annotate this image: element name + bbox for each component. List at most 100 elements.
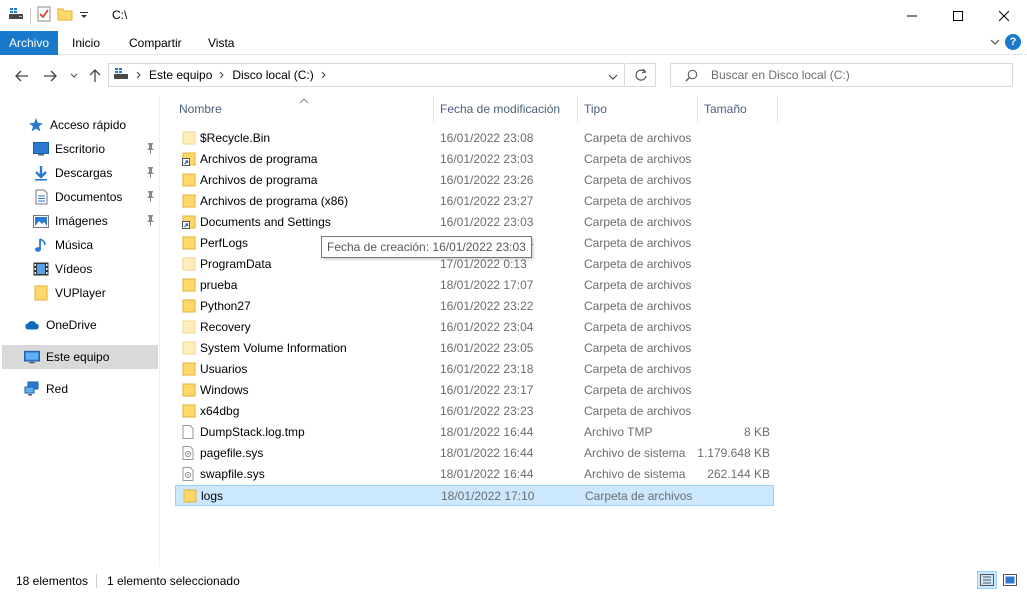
column-header-tipo[interactable]: Tipo — [578, 96, 697, 122]
sidebar-item-acceso-rapido[interactable]: Acceso rápido — [0, 114, 158, 136]
video-icon — [33, 261, 49, 277]
file-type: Carpeta de archivos — [584, 320, 692, 334]
breadcrumb-este-equipo[interactable]: Este equipo — [149, 68, 212, 82]
star-icon — [28, 117, 44, 133]
sidebar-item-label: Escritorio — [55, 142, 106, 156]
file-row[interactable]: Usuarios 16/01/2022 23:18 Carpeta de archi… — [175, 359, 774, 380]
file-date: 18/01/2022 16:44 — [440, 446, 534, 460]
file-name: prueba — [200, 278, 238, 292]
folder-icon — [182, 404, 196, 418]
arrow-left-icon — [15, 70, 28, 82]
expand-ribbon-icon[interactable] — [989, 36, 1001, 51]
file-name: Usuarios — [200, 362, 248, 376]
maximize-button[interactable] — [935, 0, 981, 31]
sidebar-item-musica[interactable]: Música — [0, 234, 158, 256]
new-folder-icon[interactable] — [57, 6, 73, 25]
ribbon: Archivo Inicio Compartir Vista ? — [0, 31, 1027, 55]
file-name: Python27 — [200, 299, 251, 313]
status-bar: 18 elementos 1 elemento seleccionado — [0, 566, 1027, 594]
file-date: 18/01/2022 17:10 — [441, 489, 535, 503]
sidebar-item-label: Descargas — [55, 166, 113, 180]
sidebar-item-onedrive[interactable]: OneDrive — [0, 314, 158, 336]
file-type: Carpeta de archivos — [584, 383, 692, 397]
pin-icon[interactable] — [146, 167, 155, 181]
download-icon — [33, 165, 49, 181]
tab-archivo[interactable]: Archivo — [0, 31, 58, 55]
forward-button[interactable] — [40, 66, 60, 86]
hidden-folder-icon — [182, 320, 196, 334]
hidden-folder-icon — [182, 131, 196, 145]
breadcrumb-separator-icon[interactable] — [136, 68, 142, 82]
file-row[interactable]: x64dbg 16/01/2022 23:23 Carpeta de archivo… — [175, 401, 774, 422]
pin-icon[interactable] — [146, 191, 155, 205]
file-row[interactable]: Archivos de programa 16/01/2022 23:03 Carp… — [175, 149, 774, 170]
file-row[interactable]: prueba 18/01/2022 17:07 Carpeta de archivo… — [175, 275, 774, 296]
search-box[interactable] — [670, 63, 1013, 87]
file-row[interactable]: swapfile.sys 18/01/2022 16:44 Archivo de s… — [175, 464, 774, 485]
file-type: Carpeta de archivos — [584, 341, 692, 355]
address-history-icon[interactable] — [608, 70, 618, 84]
file-date: 16/01/2022 23:27 — [440, 194, 534, 208]
breadcrumb-separator-icon[interactable] — [219, 68, 225, 82]
file-name: Recovery — [200, 320, 251, 334]
refresh-button[interactable] — [626, 63, 656, 87]
pin-icon[interactable] — [146, 143, 155, 157]
column-header-fecha[interactable]: Fecha de modificación — [434, 96, 578, 122]
file-row[interactable]: System Volume Information 16/01/2022 23:0… — [175, 338, 774, 359]
file-row[interactable]: Archivos de programa 16/01/2022 23:26 Carp… — [175, 170, 774, 191]
address-bar[interactable]: Este equipo Disco local (C:) — [108, 63, 625, 87]
properties-icon[interactable] — [37, 6, 51, 25]
minimize-button[interactable] — [889, 0, 935, 31]
computer-icon — [24, 349, 40, 365]
arrow-up-icon — [89, 69, 101, 82]
help-icon[interactable]: ? — [1005, 34, 1021, 50]
folder-icon — [33, 285, 49, 301]
breadcrumb-disco-local[interactable]: Disco local (C:) — [232, 68, 313, 82]
file-name: $Recycle.Bin — [200, 131, 271, 145]
pin-icon[interactable] — [146, 215, 155, 229]
tab-compartir[interactable]: Compartir — [129, 31, 182, 55]
hidden-folder-icon — [182, 341, 196, 355]
file-row[interactable]: $Recycle.Bin 16/01/2022 23:08 Carpeta de a… — [175, 128, 774, 149]
file-row[interactable]: Archivos de programa (x86) 16/01/2022 23:… — [175, 191, 774, 212]
breadcrumb-separator-icon[interactable] — [321, 68, 327, 82]
file-row[interactable]: Windows 16/01/2022 23:17 Carpeta de archiv… — [175, 380, 774, 401]
sidebar-item-escritorio[interactable]: Escritorio — [0, 138, 158, 160]
up-button[interactable] — [85, 66, 105, 86]
file-date: 17/01/2022 0:13 — [440, 257, 527, 271]
sidebar-item-documentos[interactable]: Documentos — [0, 186, 158, 208]
sidebar-item-videos[interactable]: Vídeos — [0, 258, 158, 280]
column-header-nombre[interactable]: Nombre — [173, 96, 433, 122]
search-input[interactable] — [711, 67, 1001, 83]
file-row[interactable]: Recovery 16/01/2022 23:04 Carpeta de archi… — [175, 317, 774, 338]
column-header-tamano[interactable]: Tamaño — [698, 96, 778, 122]
file-row[interactable]: Documents and Settings 16/01/2022 23:03 Ca… — [175, 212, 774, 233]
cloud-icon — [24, 317, 40, 333]
file-type: Carpeta de archivos — [584, 194, 692, 208]
customize-toolbar-icon[interactable] — [79, 9, 89, 23]
sidebar-item-imagenes[interactable]: Imágenes — [0, 210, 158, 232]
details-view-button[interactable] — [977, 571, 997, 589]
sidebar-item-vuplayer[interactable]: VUPlayer — [0, 282, 158, 304]
tab-inicio[interactable]: Inicio — [72, 31, 100, 55]
file-row[interactable]: logs 18/01/2022 17:10 Carpeta de archivos — [175, 485, 774, 506]
system-file-icon — [182, 467, 196, 481]
folder-shortcut-icon — [182, 152, 196, 166]
large-icons-view-button[interactable] — [1000, 571, 1020, 589]
file-row[interactable]: pagefile.sys 18/01/2022 16:44 Archivo de s… — [175, 443, 774, 464]
file-name: Archivos de programa — [200, 173, 318, 187]
navigation-pane: Acceso rápido Escritorio Descargas Docum… — [0, 96, 160, 566]
sidebar-item-descargas[interactable]: Descargas — [0, 162, 158, 184]
column-divider[interactable] — [777, 96, 778, 122]
tab-vista[interactable]: Vista — [208, 31, 234, 55]
sidebar-item-este-equipo[interactable]: Este equipo — [2, 345, 158, 369]
close-button[interactable] — [981, 0, 1027, 31]
file-name: Archivos de programa — [200, 152, 318, 166]
back-button[interactable] — [12, 66, 32, 86]
folder-shortcut-icon — [182, 215, 196, 229]
recent-locations-button[interactable] — [64, 66, 84, 86]
sidebar-item-red[interactable]: Red — [0, 378, 158, 400]
file-row[interactable]: Python27 16/01/2022 23:22 Carpeta de archi… — [175, 296, 774, 317]
file-date: 18/01/2022 16:44 — [440, 425, 534, 439]
file-row[interactable]: DumpStack.log.tmp 18/01/2022 16:44 Archivo… — [175, 422, 774, 443]
